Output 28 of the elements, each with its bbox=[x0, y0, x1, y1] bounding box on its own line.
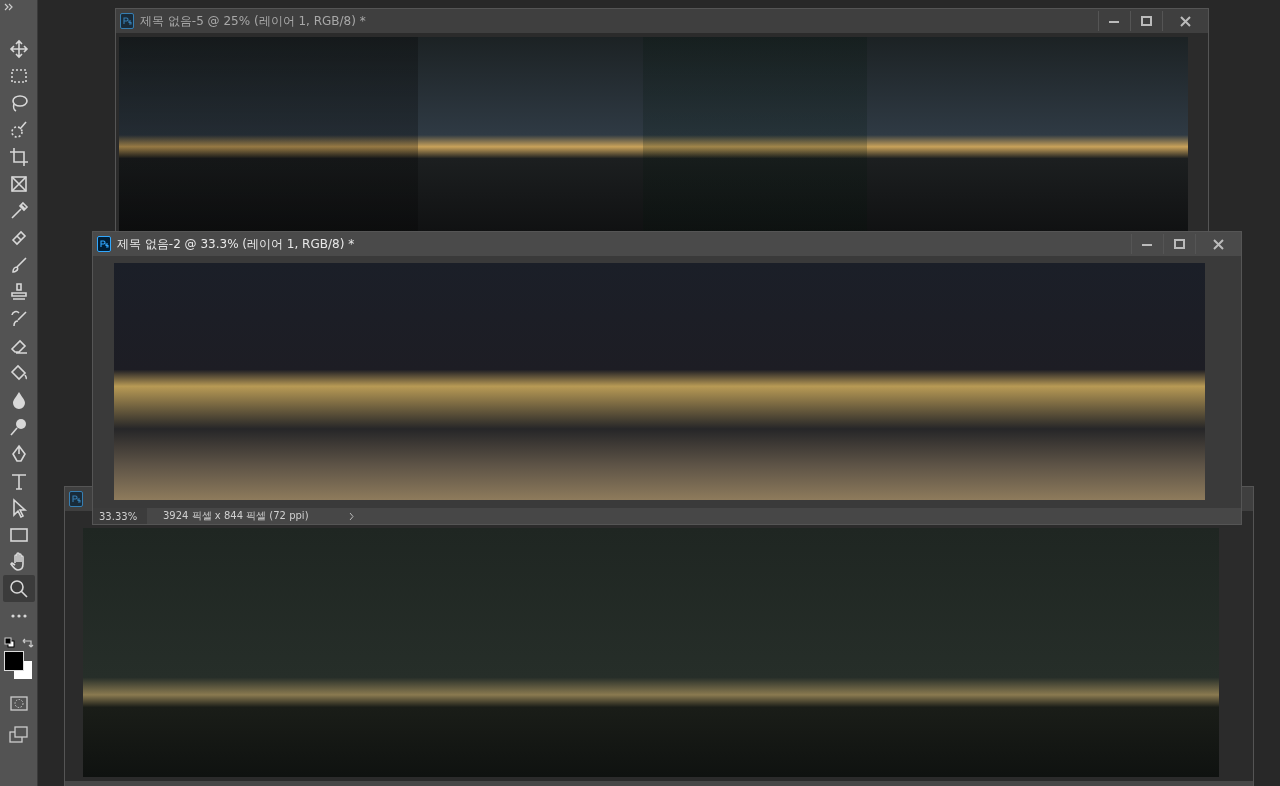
crop-icon bbox=[8, 146, 29, 167]
default-colors-icon bbox=[3, 637, 15, 648]
history-brush-icon bbox=[8, 308, 29, 329]
maximize-icon bbox=[1141, 15, 1152, 27]
color-swatches bbox=[3, 651, 34, 681]
frame-icon bbox=[8, 173, 29, 194]
close-icon bbox=[1213, 238, 1224, 250]
brush-selection-icon bbox=[8, 119, 29, 140]
maximize-icon bbox=[1174, 238, 1185, 250]
collapse-icon bbox=[4, 3, 13, 11]
photoshop-file-icon bbox=[69, 491, 83, 507]
more-icon bbox=[10, 613, 27, 618]
document-info: 3924 픽셀 x 844 픽셀 (72 ppi) bbox=[162, 509, 309, 523]
chevron-right-icon bbox=[348, 511, 355, 521]
window-title: 제목 없음-5 @ 25% (레이어 1, RGB/8) * bbox=[140, 12, 366, 30]
zoom-field[interactable]: 33.33% bbox=[93, 508, 147, 524]
search-icon bbox=[8, 578, 29, 599]
photoshop-file-icon bbox=[97, 236, 111, 252]
stamp-icon bbox=[8, 281, 29, 302]
quick-mask-icon bbox=[9, 695, 28, 712]
window-title: 제목 없음-2 @ 33.3% (레이어 1, RGB/8) * bbox=[117, 235, 355, 253]
close-icon bbox=[1180, 15, 1191, 27]
tool-button[interactable] bbox=[2, 575, 35, 602]
photoshop-file-icon bbox=[120, 13, 134, 29]
move-icon bbox=[8, 38, 29, 59]
swap-arrows-icon bbox=[21, 637, 34, 649]
paint-bucket-icon bbox=[8, 362, 29, 383]
screen-mode-icon bbox=[9, 726, 28, 743]
